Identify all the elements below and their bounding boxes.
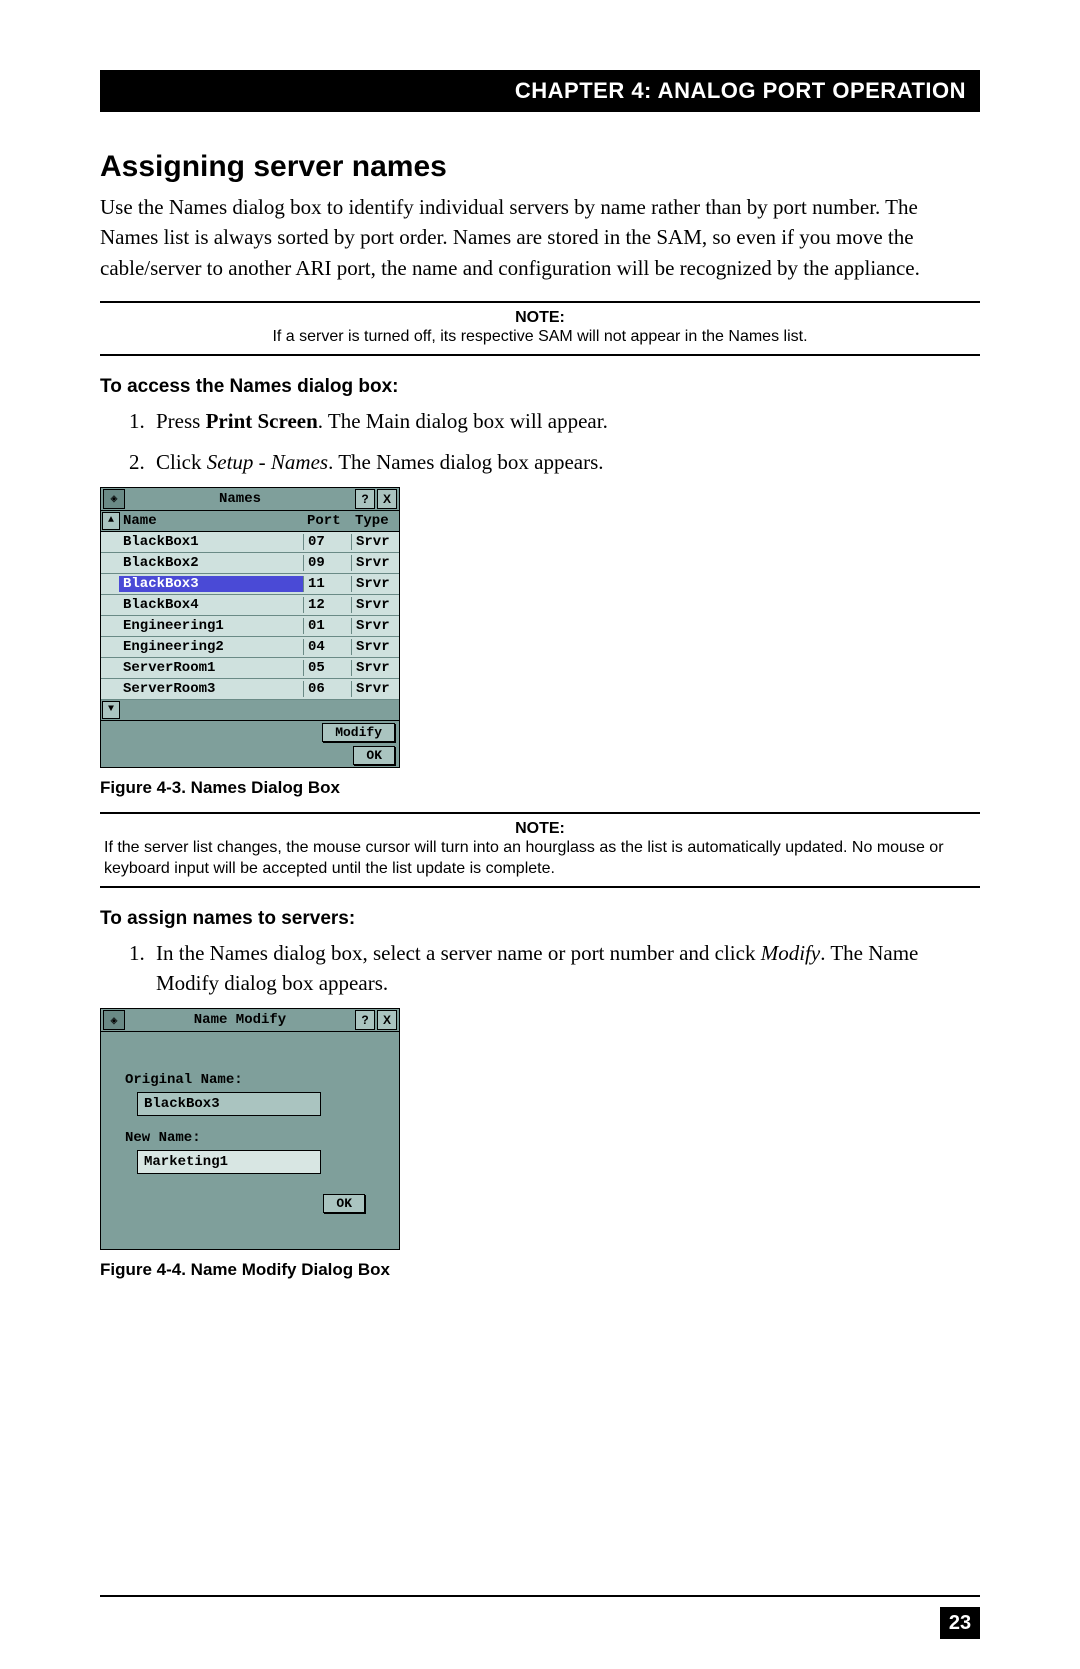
sort-up-button[interactable]: ▲ xyxy=(102,512,120,530)
row-type-cell: Srvr xyxy=(351,576,399,592)
section-title: Assigning server names xyxy=(100,150,980,184)
row-name-cell: BlackBox1 xyxy=(119,534,303,550)
step2-keyword: Setup - Names xyxy=(207,450,328,474)
row-name-cell: BlackBox4 xyxy=(119,597,303,613)
footer-rule xyxy=(100,1595,980,1597)
modify-dialog-body: Original Name: BlackBox3 New Name: Marke… xyxy=(101,1032,399,1231)
row-port-cell: 11 xyxy=(303,576,351,592)
names-list-row[interactable]: Engineering101Srvr xyxy=(101,616,399,637)
names-dialog: ◈ Names ? X ▲ Name Port Type BlackBox107… xyxy=(100,487,400,768)
note-text: If a server is turned off, its respectiv… xyxy=(272,328,807,345)
help-button[interactable]: ? xyxy=(355,489,375,509)
figure-4-3-caption: Figure 4-3. Names Dialog Box xyxy=(100,778,980,798)
note2-label: NOTE: xyxy=(100,820,980,838)
original-name-value: BlackBox3 xyxy=(137,1092,321,1116)
chapter-header: CHAPTER 4: ANALOG PORT OPERATION xyxy=(100,70,980,112)
row-type-cell: Srvr xyxy=(351,660,399,676)
note2-text: If the server list changes, the mouse cu… xyxy=(100,838,980,880)
sort-down-button[interactable]: ▼ xyxy=(102,701,120,719)
names-list-row[interactable]: ServerRoom306Srvr xyxy=(101,679,399,700)
row-port-cell: 04 xyxy=(303,639,351,655)
step1-text-c: . The Main dialog box will appear. xyxy=(318,409,608,433)
modify-dialog-title: Name Modify xyxy=(125,1012,355,1028)
access-steps: Press Print Screen. The Main dialog box … xyxy=(100,406,980,477)
figure-4-4-caption: Figure 4-4. Name Modify Dialog Box xyxy=(100,1260,980,1280)
assign-step-1: In the Names dialog box, select a server… xyxy=(150,938,980,999)
names-list-header: ▲ Name Port Type xyxy=(101,511,399,532)
names-list-row[interactable]: BlackBox311Srvr xyxy=(101,574,399,595)
col-port-header[interactable]: Port xyxy=(303,513,351,529)
names-list-row[interactable]: BlackBox107Srvr xyxy=(101,532,399,553)
row-name-cell: BlackBox3 xyxy=(119,576,303,592)
names-list-row[interactable]: Engineering204Srvr xyxy=(101,637,399,658)
names-dialog-titlebar: ◈ Names ? X xyxy=(101,488,399,511)
original-name-label: Original Name: xyxy=(125,1072,375,1088)
row-type-cell: Srvr xyxy=(351,597,399,613)
names-list-row[interactable]: BlackBox412Srvr xyxy=(101,595,399,616)
row-type-cell: Srvr xyxy=(351,639,399,655)
row-name-cell: Engineering2 xyxy=(119,639,303,655)
intro-paragraph: Use the Names dialog box to identify ind… xyxy=(100,192,980,283)
help-button[interactable]: ? xyxy=(355,1010,375,1030)
names-dialog-title: Names xyxy=(125,491,355,507)
names-list-body: BlackBox107SrvrBlackBox209SrvrBlackBox31… xyxy=(101,532,399,700)
row-name-cell: BlackBox2 xyxy=(119,555,303,571)
ok-button[interactable]: OK xyxy=(353,746,395,765)
row-name-cell: ServerRoom3 xyxy=(119,681,303,697)
close-button[interactable]: X xyxy=(377,489,397,509)
assign-heading: To assign names to servers: xyxy=(100,908,980,930)
row-port-cell: 12 xyxy=(303,597,351,613)
row-port-cell: 07 xyxy=(303,534,351,550)
access-step-1: Press Print Screen. The Main dialog box … xyxy=(150,406,980,436)
col-type-header[interactable]: Type xyxy=(351,513,399,529)
step2-text-a: Click xyxy=(156,450,207,474)
row-type-cell: Srvr xyxy=(351,555,399,571)
row-type-cell: Srvr xyxy=(351,681,399,697)
col-name-header[interactable]: Name xyxy=(119,513,303,529)
names-list-row[interactable]: BlackBox209Srvr xyxy=(101,553,399,574)
row-port-cell: 05 xyxy=(303,660,351,676)
access-step-2: Click Setup - Names. The Names dialog bo… xyxy=(150,447,980,477)
system-menu-icon[interactable]: ◈ xyxy=(103,1010,125,1030)
modify-ok-row: OK xyxy=(125,1174,375,1213)
system-menu-icon[interactable]: ◈ xyxy=(103,489,125,509)
assign1-keyword: Modify xyxy=(761,941,820,965)
note-label: NOTE: xyxy=(100,309,980,327)
assign-steps: In the Names dialog box, select a server… xyxy=(100,938,980,999)
step1-keyword: Print Screen xyxy=(206,409,318,433)
note-box-2: NOTE: If the server list changes, the mo… xyxy=(100,812,980,888)
row-type-cell: Srvr xyxy=(351,534,399,550)
names-list-footer: ▼ xyxy=(101,700,399,721)
note-box-1: NOTE: If a server is turned off, its res… xyxy=(100,301,980,356)
row-type-cell: Srvr xyxy=(351,618,399,634)
step2-text-c: . The Names dialog box appears. xyxy=(328,450,603,474)
names-ok-row: OK xyxy=(101,744,399,767)
access-heading: To access the Names dialog box: xyxy=(100,376,980,398)
name-modify-dialog: ◈ Name Modify ? X Original Name: BlackBo… xyxy=(100,1008,400,1250)
names-list-row[interactable]: ServerRoom105Srvr xyxy=(101,658,399,679)
row-name-cell: ServerRoom1 xyxy=(119,660,303,676)
row-port-cell: 01 xyxy=(303,618,351,634)
new-name-input[interactable]: Marketing1 xyxy=(137,1150,321,1174)
modify-dialog-titlebar: ◈ Name Modify ? X xyxy=(101,1009,399,1032)
row-port-cell: 09 xyxy=(303,555,351,571)
row-port-cell: 06 xyxy=(303,681,351,697)
names-button-row: Modify xyxy=(101,721,399,744)
close-button[interactable]: X xyxy=(377,1010,397,1030)
new-name-label: New Name: xyxy=(125,1130,375,1146)
modify-button[interactable]: Modify xyxy=(322,723,395,742)
page-number: 23 xyxy=(940,1607,980,1639)
ok-button[interactable]: OK xyxy=(323,1194,365,1213)
step1-text-a: Press xyxy=(156,409,206,433)
row-name-cell: Engineering1 xyxy=(119,618,303,634)
assign1-text-a: In the Names dialog box, select a server… xyxy=(156,941,761,965)
